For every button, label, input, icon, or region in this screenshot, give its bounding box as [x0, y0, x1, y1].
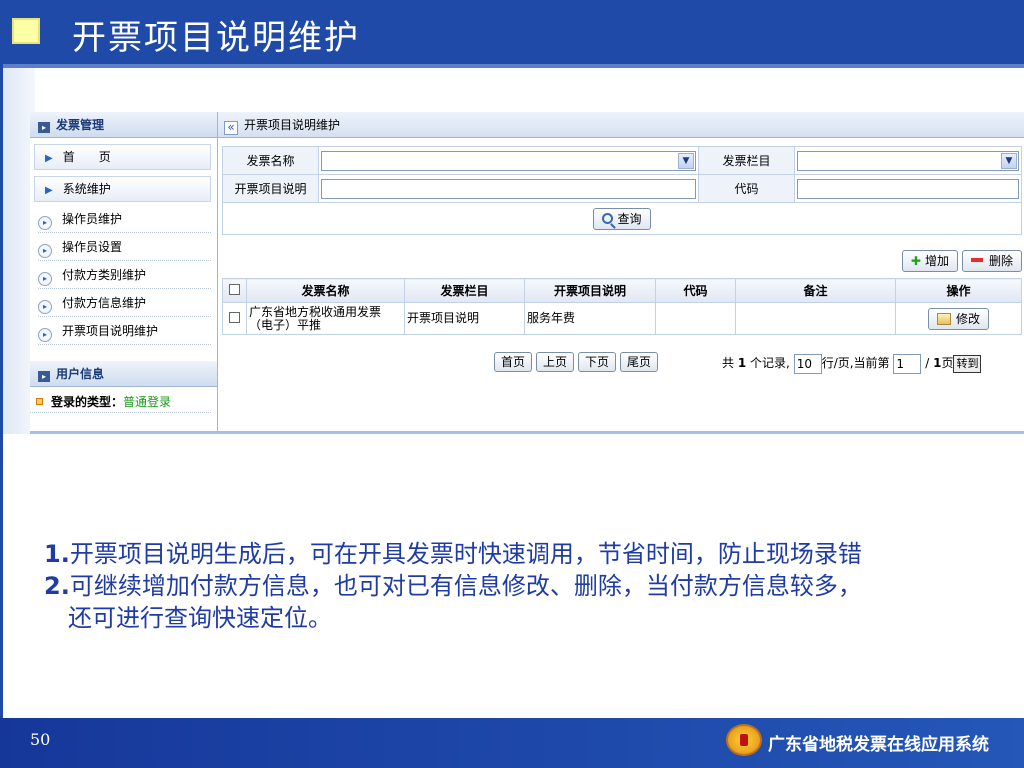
total-count: 1	[737, 356, 747, 370]
first-page-button[interactable]: 首页	[494, 352, 533, 372]
cell-invoice-column: 开票项目说明	[404, 302, 525, 335]
goto-button[interactable]: 转到	[953, 354, 982, 373]
search-icon	[602, 212, 614, 224]
page-number: 50	[30, 730, 51, 749]
current-page-input[interactable]: 1	[893, 353, 922, 374]
slide-footer: 50 广东省地税发票在线应用系统	[0, 718, 1024, 768]
col-remark: 备注	[735, 278, 896, 303]
action-bar: ✚ 增加 删除	[898, 250, 1022, 272]
code-input[interactable]	[797, 178, 1019, 199]
circle-arrow-icon: ▸	[38, 244, 52, 258]
add-button[interactable]: ✚ 增加	[901, 250, 958, 272]
cell-code	[655, 302, 736, 335]
triangle-right-icon: ▶	[45, 185, 53, 196]
search-form: 发票名称 ▼ 发票栏目 ▼ 开票项目说明 代码 查询	[222, 146, 1022, 235]
invoice-column-select[interactable]: ▼	[797, 150, 1019, 171]
page-size-input[interactable]: 10	[793, 353, 822, 374]
sidebar-section-invoice[interactable]: ▸ 发票管理	[30, 112, 217, 138]
sidebar-item-item-desc[interactable]: ▸ 开票项目说明维护	[38, 317, 211, 345]
sidebar-item-system[interactable]: ▶ 系统维护	[34, 176, 211, 202]
sidebar-item-label: 开票项目说明维护	[62, 324, 159, 338]
login-type-label: 登录的类型：	[51, 395, 124, 409]
main-panel: « 开票项目说明维护 发票名称 ▼ 发票栏目 ▼ 开票项目说明 代码 查询 ✚ 增…	[218, 112, 1024, 431]
sidebar-section-title: 用户信息	[56, 367, 105, 381]
invoice-column-label: 发票栏目	[698, 146, 795, 175]
pager-info: 共 1 个记录, 10 行/页,当前第 1 / 1页 转到	[722, 352, 982, 374]
item-desc-input[interactable]	[321, 178, 696, 199]
collapse-box-icon: ▸	[38, 371, 50, 382]
delete-button[interactable]: 删除	[961, 250, 1022, 272]
sidebar-section-title: 发票管理	[56, 118, 105, 132]
sidebar-section-user[interactable]: ▸ 用户信息	[30, 361, 217, 387]
sidebar-item-label: 系统维护	[62, 182, 111, 196]
bullet-square-icon	[36, 398, 43, 405]
edit-icon	[936, 312, 951, 325]
table-row: 广东省地方税收通用发票（电子）平推 开票项目说明 服务年费 修改	[222, 302, 1022, 335]
code-label: 代码	[698, 174, 795, 203]
breadcrumb-label: 开票项目说明维护	[244, 118, 341, 132]
col-action: 操作	[895, 278, 1022, 303]
sidebar-item-label: 操作员维护	[62, 212, 123, 226]
data-table: 发票名称 发票栏目 开票项目说明 代码 备注 操作 广东省地方税收通用发票（电子…	[222, 278, 1022, 335]
pager: 首页 上页 下页 尾页 共 1 个记录, 10 行/页,当前第 1 / 1页 转到	[494, 352, 1024, 376]
minus-icon	[970, 258, 983, 262]
slide-title: 开票项目说明维护	[72, 18, 360, 58]
double-chevron-left-icon[interactable]: «	[224, 121, 238, 135]
sidebar-item-payer-category[interactable]: ▸ 付款方类别维护	[38, 261, 211, 289]
plus-icon: ✚	[910, 254, 921, 268]
cell-remark	[735, 302, 896, 335]
title-square-icon	[12, 18, 40, 44]
sidebar-item-operator-maintain[interactable]: ▸ 操作员维护	[38, 205, 211, 233]
collapse-box-icon: ▸	[38, 122, 50, 133]
invoice-name-select[interactable]: ▼	[321, 150, 696, 171]
row-checkbox[interactable]	[229, 311, 240, 323]
next-page-button[interactable]: 下页	[578, 352, 617, 372]
prev-page-button[interactable]: 上页	[536, 352, 575, 372]
chevron-down-icon[interactable]: ▼	[1001, 152, 1017, 169]
circle-arrow-icon: ▸	[38, 272, 52, 286]
circle-arrow-icon: ▸	[38, 328, 52, 342]
sidebar-item-payer-info[interactable]: ▸ 付款方信息维护	[38, 289, 211, 317]
edit-button[interactable]: 修改	[927, 307, 989, 330]
login-type-row: 登录的类型：普通登录	[30, 387, 211, 413]
bullet-2-continued: 还可进行查询快速定位。	[68, 604, 332, 632]
cell-invoice-name: 广东省地方税收通用发票（电子）平推	[246, 302, 405, 335]
col-invoice-name: 发票名称	[246, 278, 405, 303]
cell-item-desc: 服务年费	[524, 302, 656, 335]
bullet-2: 2.可继续增加付款方信息，也可对已有信息修改、删除，当付款方信息较多，	[44, 572, 862, 600]
circle-arrow-icon: ▸	[38, 216, 52, 230]
table-header-row: 发票名称 发票栏目 开票项目说明 代码 备注 操作	[222, 278, 1022, 303]
triangle-right-icon: ▶	[45, 153, 53, 164]
bullet-1: 1.开票项目说明生成后，可在开具发票时快速调用，节省时间，防止现场录错	[44, 540, 862, 568]
slide-bullets: 1.开票项目说明生成后，可在开具发票时快速调用，节省时间，防止现场录错 2.可继…	[44, 538, 1024, 634]
col-item-desc: 开票项目说明	[524, 278, 656, 303]
sidebar-item-label: 操作员设置	[62, 240, 123, 254]
sidebar-item-label: 首 页	[62, 150, 111, 164]
sidebar-item-label: 付款方信息维护	[62, 296, 147, 310]
sidebar-item-label: 付款方类别维护	[62, 268, 147, 282]
col-invoice-column: 发票栏目	[404, 278, 525, 303]
header-underline	[0, 64, 1024, 68]
login-type-value: 普通登录	[123, 395, 172, 409]
sidebar-item-operator-settings[interactable]: ▸ 操作员设置	[38, 233, 211, 261]
circle-arrow-icon: ▸	[38, 300, 52, 314]
sidebar: ▸ 发票管理 ▶ 首 页 ▶ 系统维护 ▸ 操作员维护 ▸ 操作员设置 ▸ 付款方类别维护 …	[30, 112, 218, 431]
item-desc-label: 开票项目说明	[222, 174, 319, 203]
breadcrumb: « 开票项目说明维护	[218, 112, 1024, 138]
chevron-down-icon[interactable]: ▼	[678, 152, 694, 169]
col-code: 代码	[655, 278, 736, 303]
tax-emblem-icon	[726, 724, 762, 756]
invoice-name-label: 发票名称	[222, 146, 319, 175]
select-all-checkbox[interactable]	[229, 283, 240, 295]
app-screenshot: ▸ 发票管理 ▶ 首 页 ▶ 系统维护 ▸ 操作员维护 ▸ 操作员设置 ▸ 付款方类别维护 …	[30, 112, 1024, 434]
footer-system-name: 广东省地税发票在线应用系统	[768, 735, 989, 755]
sidebar-item-home[interactable]: ▶ 首 页	[34, 144, 211, 170]
slide-header: 开票项目说明维护	[0, 0, 1024, 64]
query-button[interactable]: 查询	[593, 207, 651, 230]
last-page-button[interactable]: 尾页	[620, 352, 659, 372]
